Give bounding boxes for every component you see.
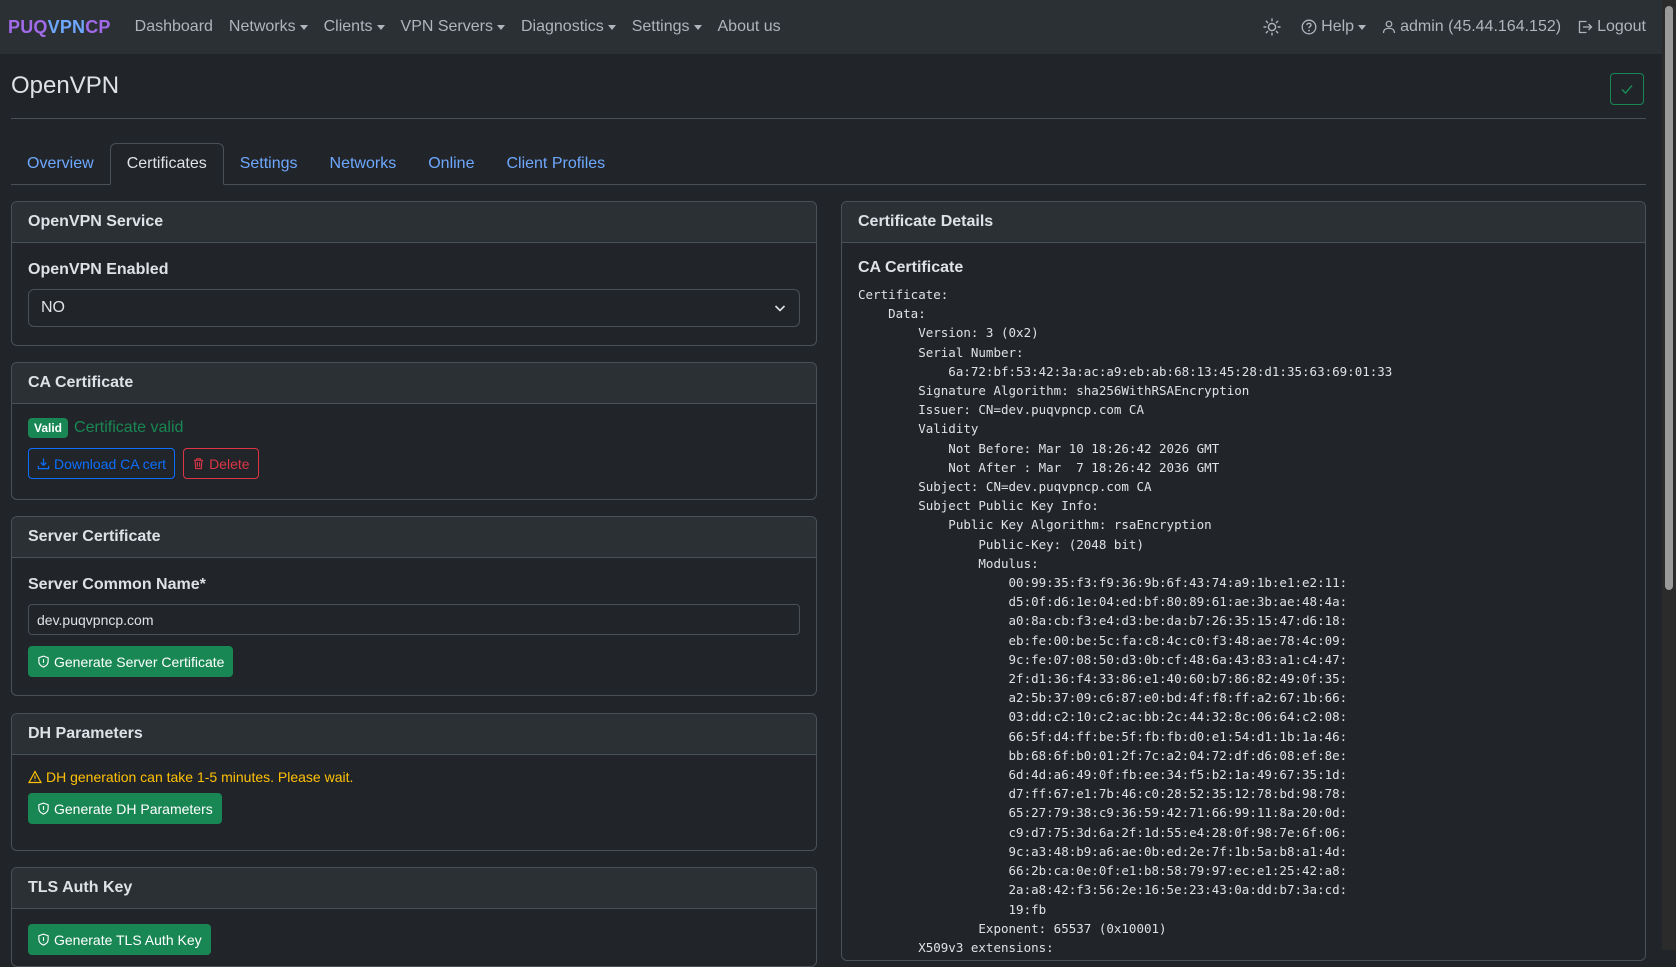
nav-clients-label: Clients: [323, 18, 373, 35]
caret-down-icon: [299, 24, 308, 30]
header-divider: [11, 118, 1646, 119]
caret-down-icon: [1358, 24, 1367, 30]
generate-dh-parameters-label: Generate DH Parameters: [54, 800, 213, 817]
nav-help-label: Help: [1321, 18, 1355, 35]
nav-networks-label: Networks: [228, 18, 296, 35]
openvpn-enabled-value: NO: [41, 299, 65, 316]
page-scrollbar[interactable]: [1662, 0, 1676, 950]
brand-part-2: VPN: [47, 16, 86, 37]
theme-toggle-button[interactable]: [1255, 18, 1293, 36]
nav-about-label: About us: [717, 18, 781, 35]
tab-networks[interactable]: Networks: [314, 143, 413, 184]
nav-right-group: Help admin (45.44.164.152) Logout: [1255, 18, 1654, 36]
caret-down-icon: [693, 24, 702, 30]
ca-certificate-text: Certificate: Data: Version: 3 (0x2) Seri…: [858, 287, 1393, 955]
caret-down-icon: [607, 24, 616, 30]
page-title: OpenVPN: [11, 72, 120, 99]
shield-icon: [38, 933, 49, 946]
openvpn-enabled-label: OpenVPN Enabled: [28, 261, 169, 278]
card-header: CA Certificate: [12, 363, 816, 404]
card-header: Certificate Details: [842, 202, 1645, 243]
ca-status-text: Certificate valid: [74, 419, 184, 436]
brand-part-3: CP: [85, 16, 111, 37]
nav-help[interactable]: Help: [1293, 18, 1374, 36]
delete-label: Delete: [209, 455, 250, 472]
nav-user-label: admin (45.44.164.152): [1400, 18, 1562, 35]
nav-about-us[interactable]: About us: [710, 18, 789, 36]
shield-icon: [38, 655, 49, 668]
tab-client-profiles[interactable]: Client Profiles: [490, 143, 621, 184]
ca-certificate-card: CA Certificate Valid Certificate valid Do…: [11, 362, 817, 500]
nav-settings-label: Settings: [631, 18, 690, 35]
download-icon: [37, 458, 50, 470]
brand-logo[interactable]: PUQVPNCP: [8, 17, 111, 38]
tab-online[interactable]: Online: [412, 143, 490, 184]
server-common-name-value: dev.puqvpncp.com: [37, 611, 154, 628]
status-badge: Valid: [28, 418, 69, 438]
scrollbar-thumb[interactable]: [1665, 6, 1673, 590]
person-icon: [1382, 20, 1396, 34]
tab-settings[interactable]: Settings: [224, 143, 314, 184]
chevron-down-icon: [774, 305, 786, 312]
tab-certificates[interactable]: Certificates: [109, 143, 224, 185]
card-header: DH Parameters: [12, 714, 816, 755]
caret-down-icon: [376, 24, 385, 30]
download-ca-cert-label: Download CA cert: [54, 455, 167, 472]
generate-dh-parameters-button[interactable]: Generate DH Parameters: [28, 793, 222, 824]
check-icon: [1621, 85, 1633, 95]
top-navbar: PUQVPNCP Dashboard Networks Clients VPN …: [0, 0, 1662, 54]
generate-server-certificate-label: Generate Server Certificate: [54, 653, 225, 670]
warning-triangle-icon: [28, 770, 42, 784]
shield-icon: [38, 802, 49, 815]
dh-warning: DH generation can take 1-5 minutes. Plea…: [28, 769, 800, 785]
server-common-name-input[interactable]: dev.puqvpncp.com: [28, 604, 800, 635]
brand-part-1: PUQ: [8, 16, 48, 37]
download-ca-cert-button[interactable]: Download CA cert: [28, 448, 176, 479]
server-certificate-card: Server Certificate Server Common Name* d…: [11, 516, 817, 696]
nav-dashboard[interactable]: Dashboard: [127, 18, 221, 36]
caret-down-icon: [496, 24, 505, 30]
tls-auth-key-card: TLS Auth Key Generate TLS Auth Key: [11, 867, 817, 967]
nav-dashboard-label: Dashboard: [134, 18, 213, 35]
nav-user[interactable]: admin (45.44.164.152): [1374, 18, 1569, 36]
openvpn-enabled-select[interactable]: NO: [28, 289, 800, 327]
question-circle-icon: [1301, 19, 1317, 35]
delete-ca-button[interactable]: Delete: [183, 448, 259, 479]
generate-tls-auth-key-label: Generate TLS Auth Key: [54, 931, 202, 948]
dh-warning-text: DH generation can take 1-5 minutes. Plea…: [46, 769, 354, 785]
openvpn-service-card: OpenVPN Service OpenVPN Enabled NO: [11, 201, 817, 346]
tab-overview[interactable]: Overview: [11, 143, 110, 184]
status-check-button[interactable]: [1610, 73, 1644, 105]
nav-diagnostics-label: Diagnostics: [520, 18, 604, 35]
card-header: OpenVPN Service: [12, 202, 816, 243]
card-header: Server Certificate: [12, 517, 816, 558]
logout-label: Logout: [1597, 18, 1646, 35]
logout-link[interactable]: Logout: [1569, 18, 1654, 36]
nav-vpn-servers[interactable]: VPN Servers: [393, 18, 513, 36]
sun-icon: [1263, 18, 1281, 36]
dh-parameters-card: DH Parameters DH generation can take 1-5…: [11, 713, 817, 851]
generate-server-certificate-button[interactable]: Generate Server Certificate: [28, 646, 234, 677]
nav-networks[interactable]: Networks: [221, 18, 316, 36]
trash-icon: [193, 458, 204, 470]
logout-icon: [1578, 20, 1593, 34]
ca-certificate-title: CA Certificate: [858, 259, 964, 276]
generate-tls-auth-key-button[interactable]: Generate TLS Auth Key: [28, 924, 211, 955]
server-common-name-label: Server Common Name*: [28, 576, 206, 593]
card-header: TLS Auth Key: [12, 868, 816, 909]
nav-diagnostics[interactable]: Diagnostics: [513, 18, 624, 36]
nav-clients[interactable]: Clients: [316, 18, 393, 36]
nav-vpn-servers-label: VPN Servers: [400, 18, 493, 35]
nav-settings[interactable]: Settings: [624, 18, 710, 36]
tab-bar: Overview Certificates Settings Networks …: [11, 143, 1646, 185]
certificate-details-card: Certificate Details CA Certificate Certi…: [841, 201, 1646, 961]
